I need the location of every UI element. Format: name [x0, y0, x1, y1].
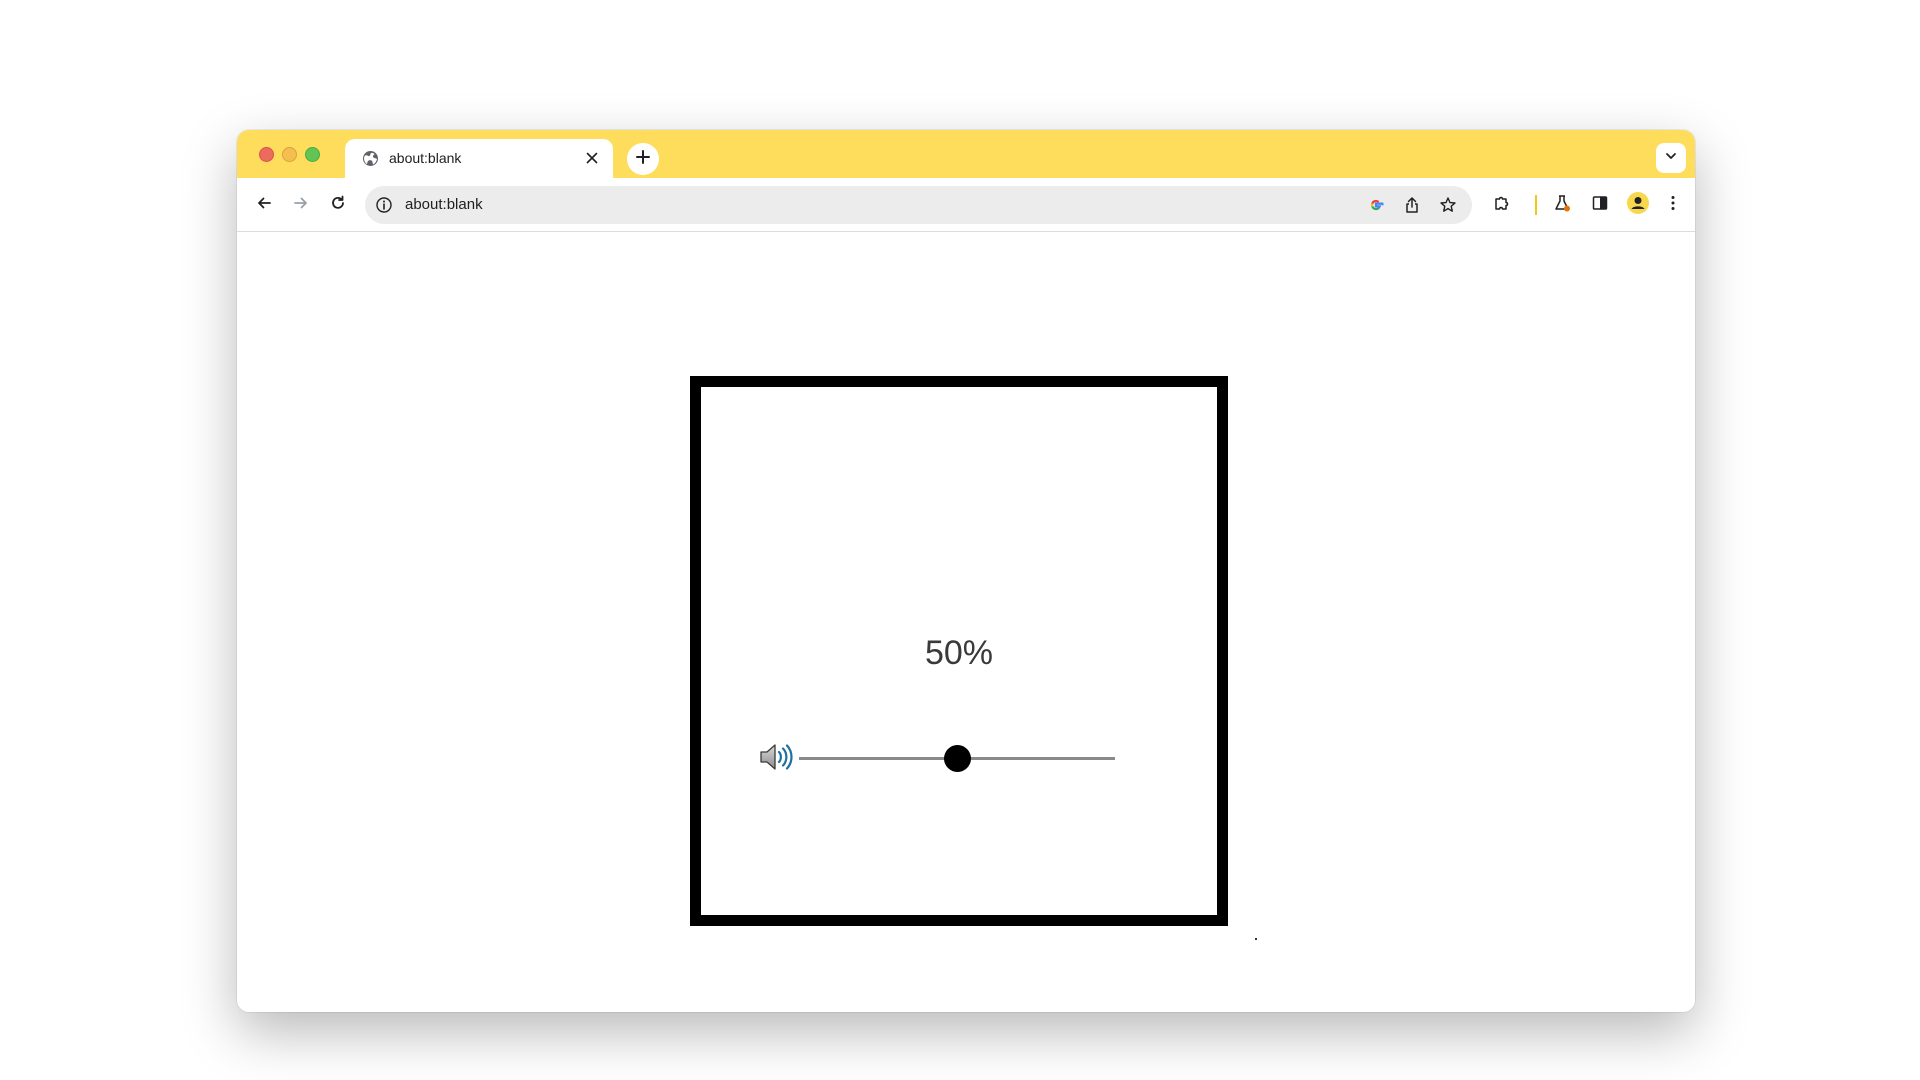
side-panel-button[interactable] — [1585, 190, 1615, 220]
stray-pixel — [1255, 938, 1257, 940]
back-button[interactable] — [249, 190, 279, 220]
address-bar-url[interactable]: about:blank — [405, 196, 483, 213]
info-icon[interactable] — [375, 196, 393, 214]
reload-button[interactable] — [323, 190, 353, 220]
tab-strip: about:blank — [237, 130, 1695, 178]
new-tab-button[interactable] — [627, 143, 659, 175]
volume-percentage: 50% — [924, 634, 994, 672]
profile-button[interactable] — [1623, 190, 1653, 220]
bookmark-star-icon[interactable] — [1434, 191, 1462, 219]
chevron-down-icon — [1664, 149, 1678, 168]
menu-button[interactable] — [1658, 190, 1688, 220]
page-content: 50% — [237, 232, 1695, 1012]
reload-icon — [329, 194, 347, 217]
plus-icon — [635, 149, 651, 170]
arrow-right-icon — [292, 194, 310, 217]
labs-button[interactable] — [1547, 190, 1577, 220]
kebab-menu-icon — [1664, 194, 1682, 217]
speaker-icon[interactable] — [759, 742, 793, 772]
close-tab-icon[interactable] — [583, 149, 601, 167]
globe-icon — [362, 150, 379, 167]
volume-control — [759, 740, 1119, 776]
share-icon[interactable] — [1398, 191, 1426, 219]
browser-window: about:blank about:blank 50% — [237, 130, 1695, 1012]
side-panel-icon — [1591, 194, 1609, 217]
arrow-left-icon — [255, 194, 273, 217]
tab-title: about:blank — [389, 150, 462, 166]
minimize-window-button[interactable] — [282, 147, 297, 162]
slider-thumb[interactable] — [944, 745, 971, 772]
extensions-button[interactable] — [1487, 190, 1517, 220]
address-bar[interactable]: about:blank — [365, 186, 1472, 224]
puzzle-icon — [1493, 194, 1511, 217]
volume-slider[interactable] — [799, 740, 1115, 776]
forward-button[interactable] — [286, 190, 316, 220]
tab-about-blank[interactable]: about:blank — [345, 139, 613, 178]
browser-toolbar: about:blank — [237, 178, 1695, 232]
google-lens-icon[interactable] — [1362, 191, 1390, 219]
avatar-icon — [1626, 191, 1650, 220]
close-window-button[interactable] — [259, 147, 274, 162]
maximize-window-button[interactable] — [305, 147, 320, 162]
flask-icon — [1553, 194, 1571, 217]
volume-widget: 50% — [690, 376, 1228, 926]
toolbar-separator — [1535, 195, 1537, 215]
tab-search-button[interactable] — [1656, 143, 1686, 173]
